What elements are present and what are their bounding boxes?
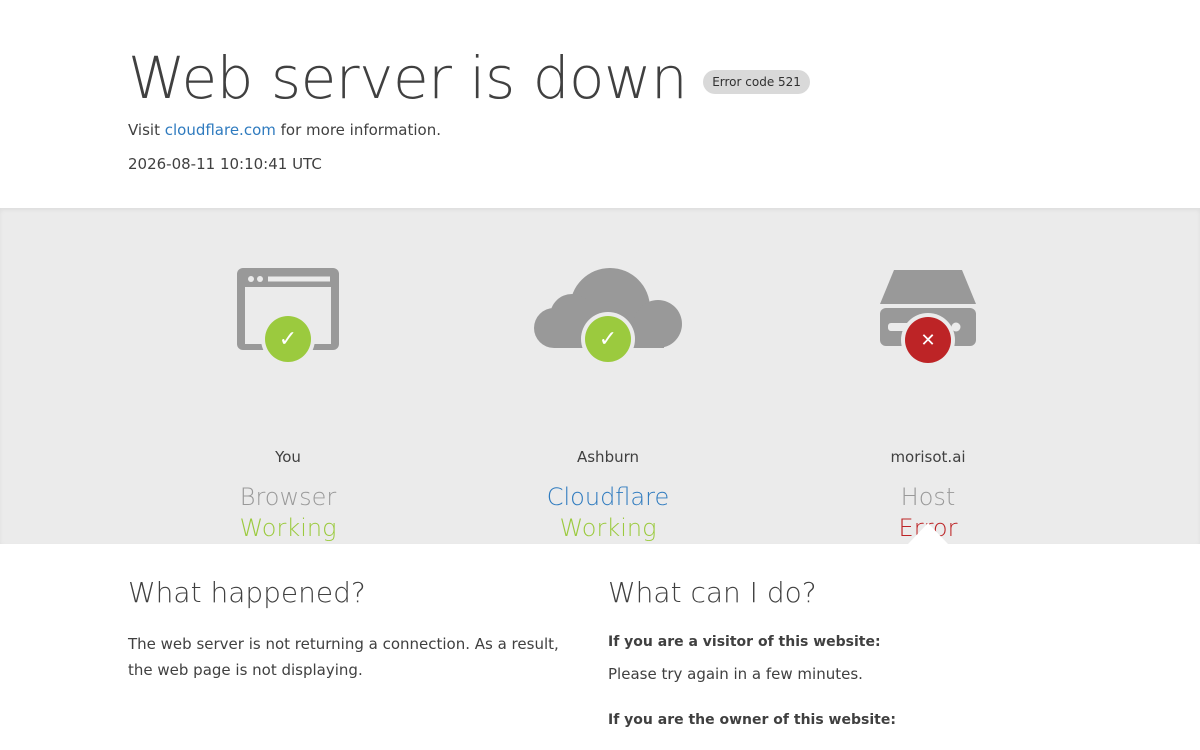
browser-icon-wrap: ✓ [128,268,448,428]
visitor-question: If you are a visitor of this website: [608,634,881,650]
visit-prefix: Visit [128,121,165,139]
node-location: You [275,448,301,466]
node-role: Host [900,483,956,511]
node-cloudflare: ✓ Ashburn Cloudflare Working [448,268,768,542]
owner-question: If you are the owner of this website: [608,712,896,728]
check-icon: ✓ [265,316,311,362]
node-status: Working [559,514,657,542]
what-happened-body: The web server is not returning a connec… [128,635,559,679]
what-happened-section: What happened? The web server is not ret… [128,576,588,683]
check-icon: ✓ [585,316,631,362]
cloudflare-link[interactable]: cloudflare.com [165,121,276,139]
server-icon-wrap: ✕ [768,268,1088,428]
cloud-icon-wrap: ✓ [448,268,768,428]
node-role: Cloudflare [546,483,670,511]
node-role: Browser [239,483,337,511]
node-host: ✕ morisot.ai Host Error [768,268,1088,542]
timestamp: 2026-08-11 10:10:41 UTC [128,155,322,173]
error-pointer [908,523,948,544]
title-row: Web server is down Error code 521 [128,42,810,114]
what-can-i-do-section: What can I do? If you are a visitor of t… [608,576,1068,739]
what-happened-heading: What happened? [128,576,366,609]
node-status: Working [239,514,337,542]
page-title: Web server is down [128,44,688,112]
node-location: Ashburn [576,448,640,466]
status-band: ✓ You Browser Working ✓ Ashburn Cloudfla… [0,208,1200,544]
close-icon: ✕ [905,317,951,363]
what-can-i-do-heading: What can I do? [608,576,817,609]
node-location: morisot.ai [890,448,966,466]
visit-info: Visit cloudflare.com for more informatio… [128,121,441,139]
error-code-badge: Error code 521 [703,70,810,94]
page-header: Web server is down Error code 521 Visit … [0,0,1200,208]
node-browser: ✓ You Browser Working [128,268,448,542]
visitor-answer: Please try again in a few minutes. [608,665,863,683]
visit-suffix: for more information. [275,121,441,139]
